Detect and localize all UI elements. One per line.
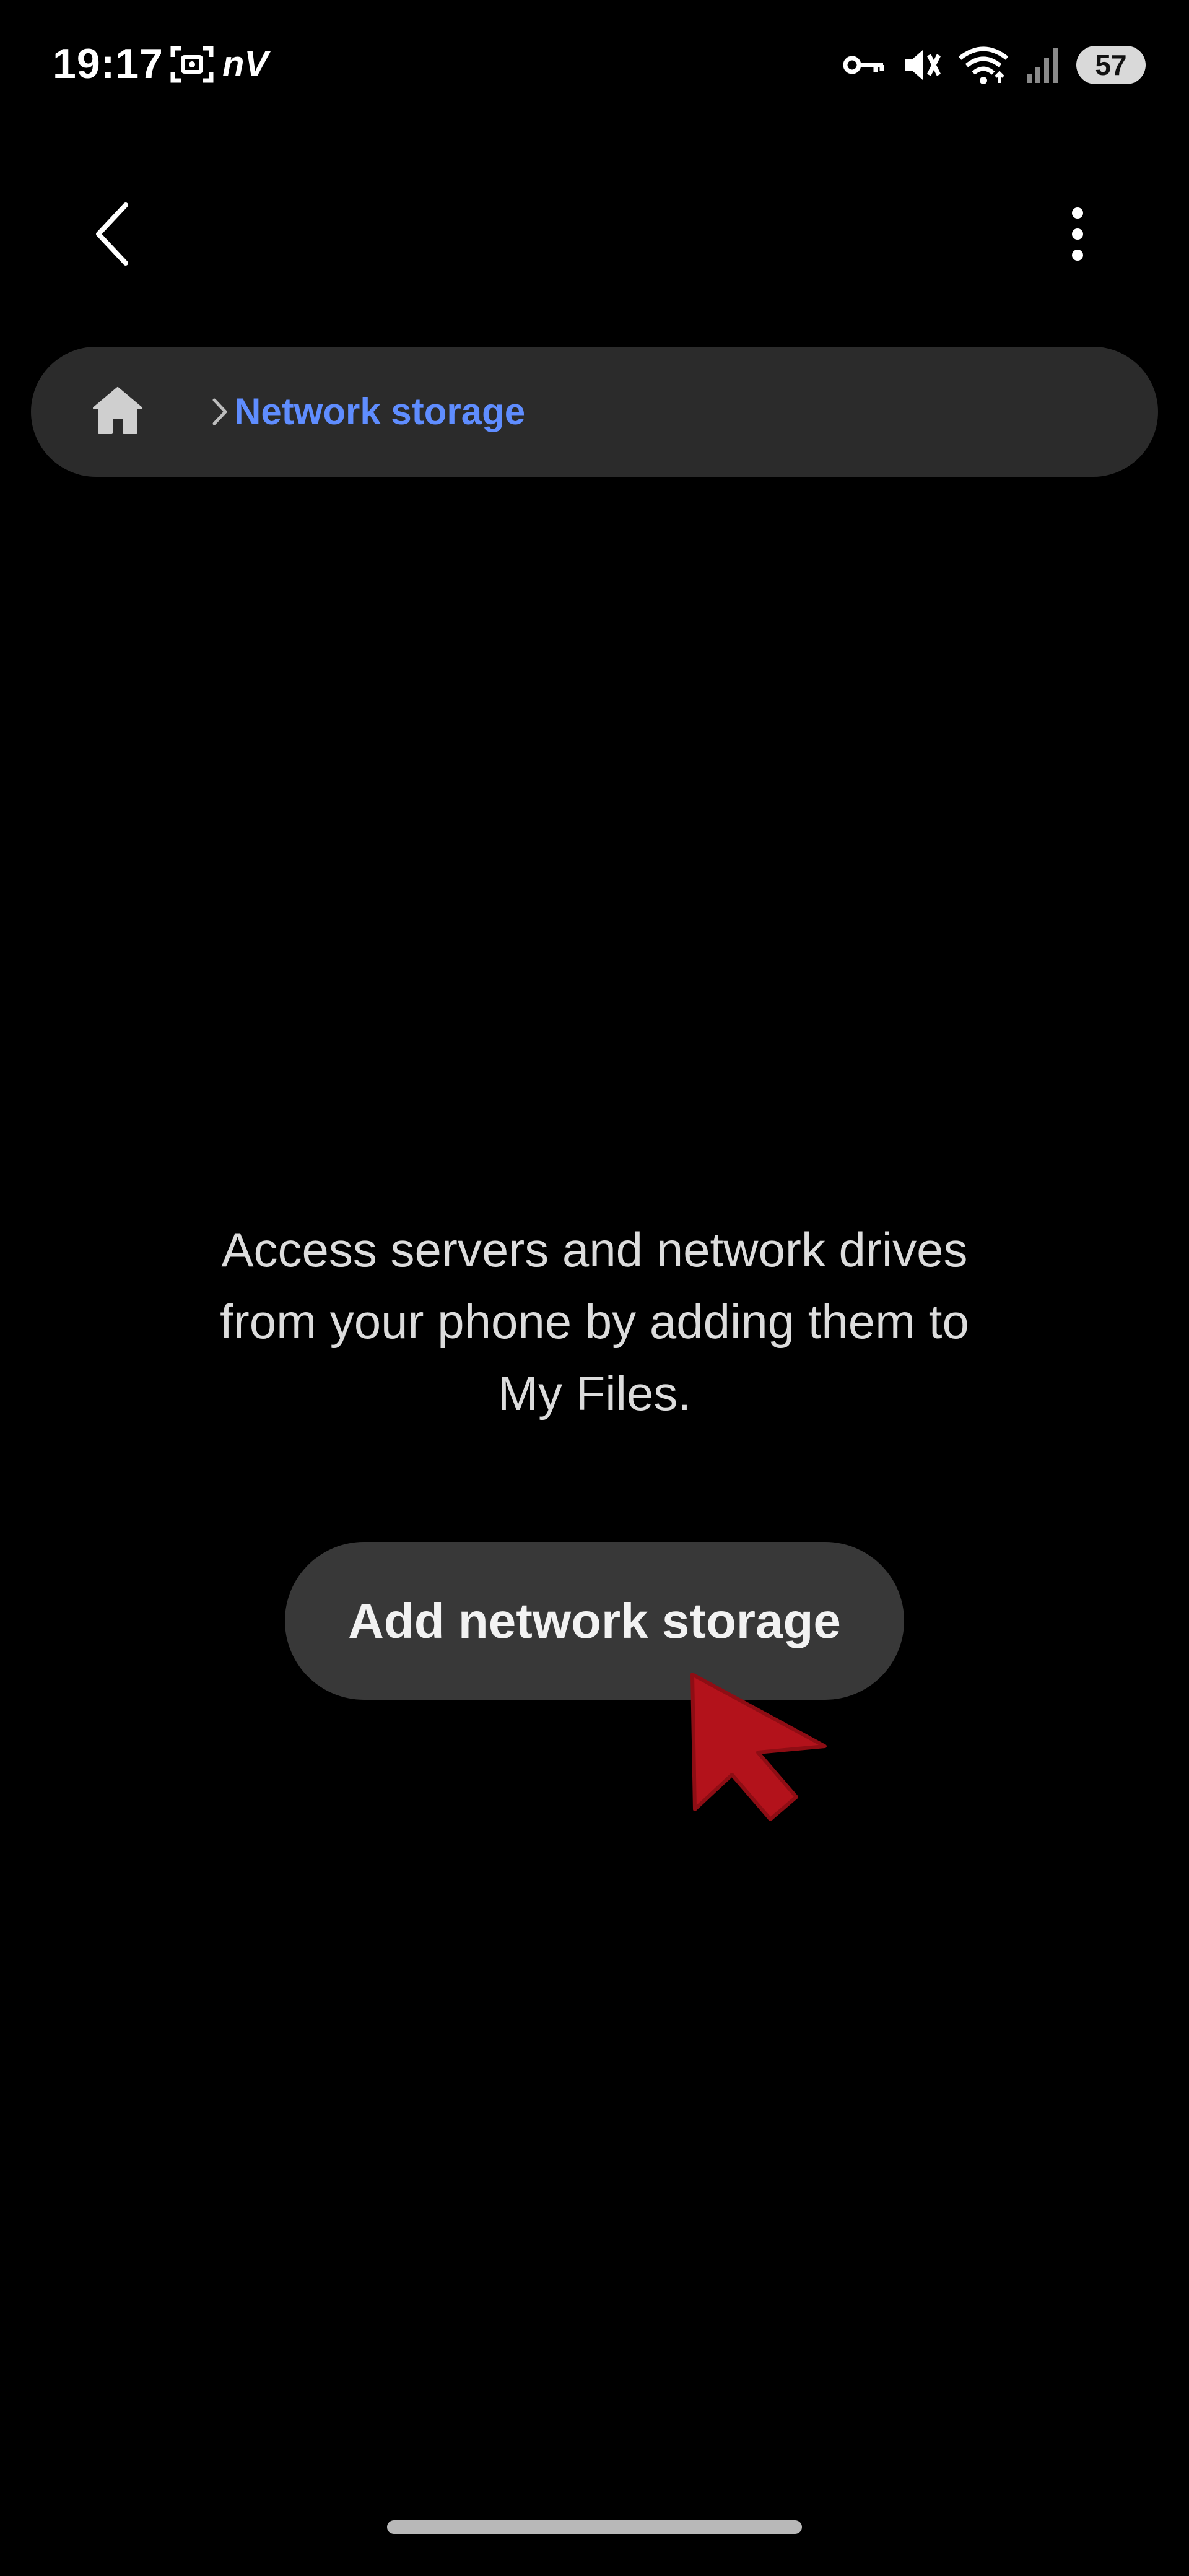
- battery-icon: 57: [1076, 46, 1146, 84]
- more-options-button[interactable]: [1037, 189, 1118, 282]
- status-time: 19:17: [53, 40, 163, 87]
- battery-level: 57: [1095, 49, 1127, 81]
- breadcrumb-current[interactable]: Network storage: [234, 347, 525, 477]
- chevron-right-icon: [201, 390, 238, 433]
- message-line: My Files.: [498, 1366, 691, 1421]
- message-line: from your phone by adding them to: [220, 1294, 969, 1349]
- more-vertical-icon: [1068, 204, 1087, 267]
- chevron-left-icon: [90, 200, 133, 271]
- message-line: Access servers and network drives: [221, 1222, 968, 1277]
- breadcrumb-home-button[interactable]: [81, 375, 155, 449]
- vpn-key-icon: [842, 53, 886, 77]
- add-network-storage-button[interactable]: Add network storage: [285, 1542, 904, 1700]
- screenshot-icon: [170, 45, 214, 84]
- back-button[interactable]: [71, 189, 152, 282]
- status-right-icons: 57: [842, 37, 1146, 93]
- status-bar: 19:17 nV 57: [0, 0, 1189, 130]
- home-icon: [92, 385, 144, 440]
- status-left-icons: nV: [170, 40, 268, 89]
- empty-state-message: Access servers and network drives from y…: [99, 1214, 1090, 1429]
- breadcrumb: Network storage: [31, 347, 1158, 477]
- mute-vibrate-icon: [902, 45, 941, 85]
- signal-icon: [1026, 46, 1060, 84]
- wifi-icon: [957, 45, 1009, 85]
- home-gesture-bar[interactable]: [387, 2520, 802, 2534]
- carrier-text: nV: [222, 44, 269, 84]
